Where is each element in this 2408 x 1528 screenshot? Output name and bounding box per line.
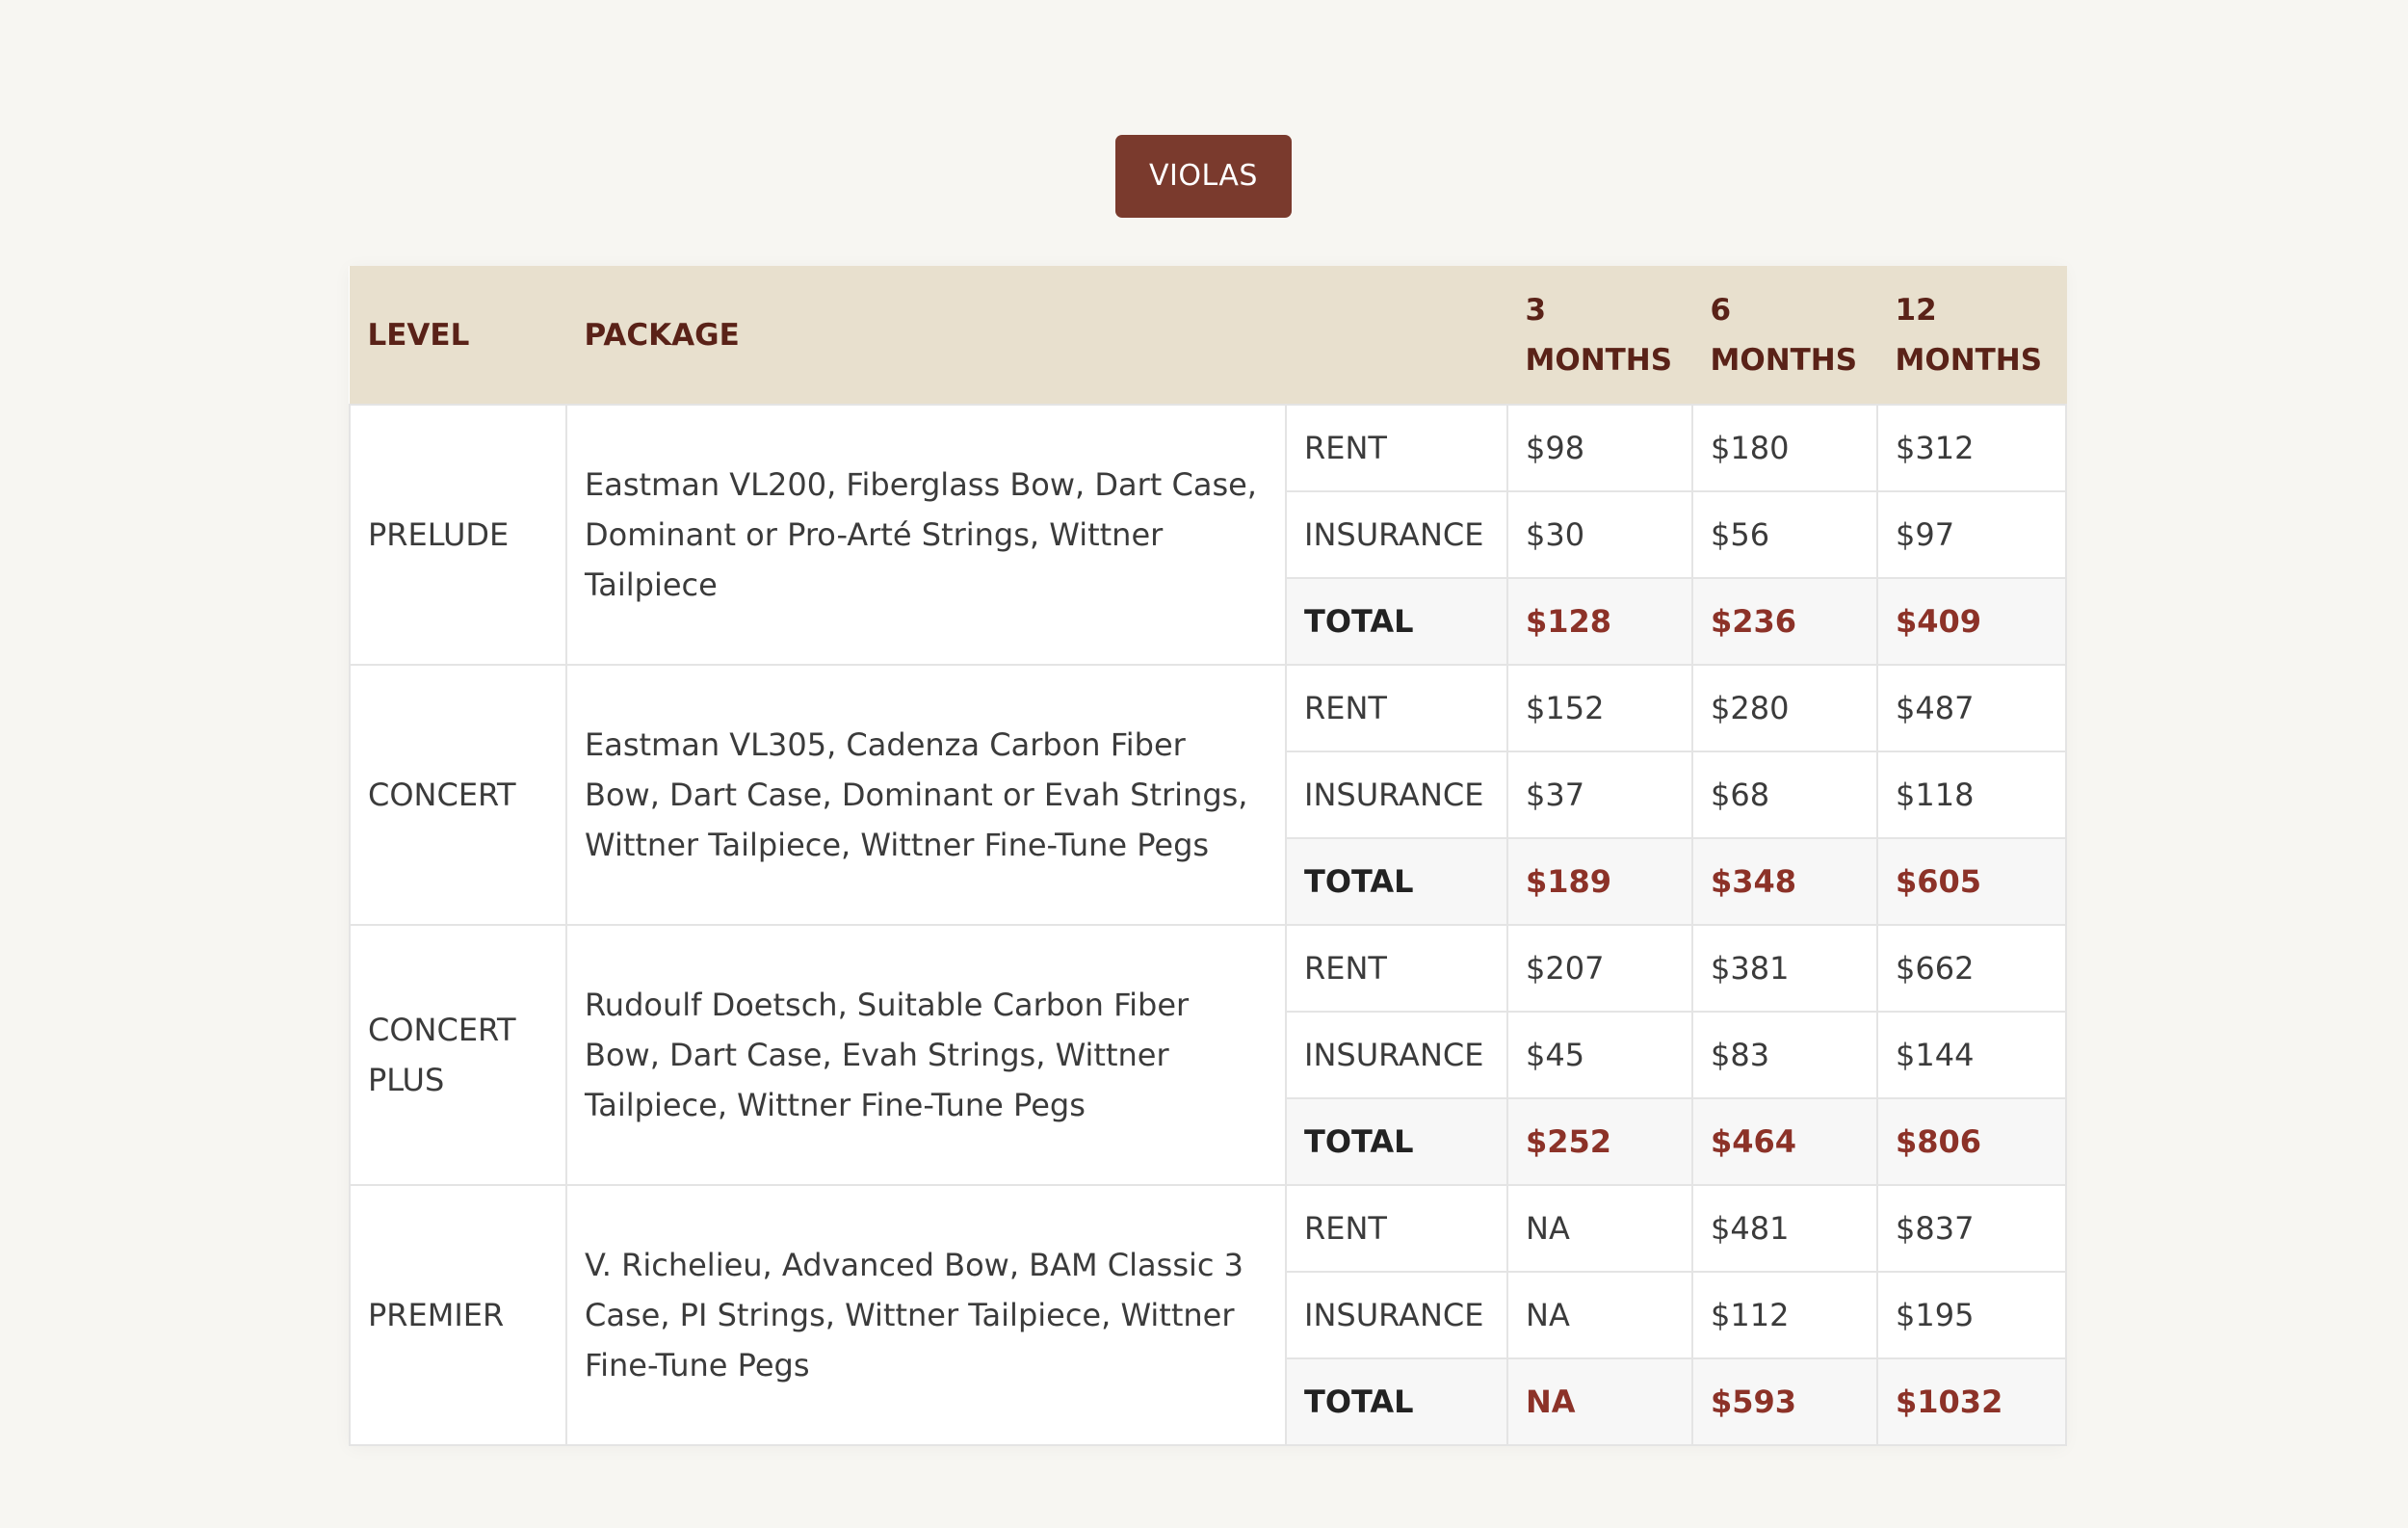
header-3-months: 3 MONTHS — [1506, 266, 1693, 405]
price-12-months: $312 — [1876, 403, 2067, 492]
price-3-months: $98 — [1506, 403, 1693, 492]
price-3-months: $45 — [1506, 1010, 1693, 1099]
row-type-cell: RENT — [1285, 1183, 1508, 1273]
row-type-cell: TOTAL — [1285, 836, 1508, 926]
total-12-months: $806 — [1876, 1096, 2067, 1186]
price-6-months: $83 — [1691, 1010, 1878, 1099]
price-6-months: $56 — [1691, 489, 1878, 579]
row-type-cell: TOTAL — [1285, 576, 1508, 666]
price-3-months: NA — [1506, 1183, 1693, 1273]
level-cell: PREMIER — [349, 1183, 567, 1446]
total-6-months: $348 — [1691, 836, 1878, 926]
price-6-months: $280 — [1691, 663, 1878, 752]
header-type — [1285, 266, 1508, 405]
package-cell: Rudoulf Doetsch, Suitable Carbon Fiber B… — [565, 923, 1287, 1186]
package-cell: V. Richelieu, Advanced Bow, BAM Classic … — [565, 1183, 1287, 1446]
table-row: CONCERT Eastman VL305, Cadenza Carbon Fi… — [349, 663, 2067, 926]
table-row: PREMIER V. Richelieu, Advanced Bow, BAM … — [349, 1183, 2067, 1446]
total-6-months: $593 — [1691, 1357, 1878, 1446]
total-12-months: $605 — [1876, 836, 2067, 926]
pricing-table-container: LEVEL PACKAGE 3 MONTHS 6 MONTHS 12 MONTHS P… — [349, 266, 2067, 1446]
price-12-months: $487 — [1876, 663, 2067, 752]
table-body: PRELUDE Eastman VL200, Fiberglass Bow, D… — [349, 403, 2067, 1446]
table-row: PRELUDE Eastman VL200, Fiberglass Bow, D… — [349, 403, 2067, 666]
pricing-table: LEVEL PACKAGE 3 MONTHS 6 MONTHS 12 MONTHS P… — [349, 266, 2067, 1446]
price-12-months: $118 — [1876, 750, 2067, 839]
row-type-cell: RENT — [1285, 923, 1508, 1013]
total-3-months: $252 — [1506, 1096, 1693, 1186]
total-3-months: $189 — [1506, 836, 1693, 926]
header-3-months-unit: MONTHS — [1525, 342, 1673, 378]
total-3-months: NA — [1506, 1357, 1693, 1446]
total-6-months: $464 — [1691, 1096, 1878, 1186]
header-6-months-unit: MONTHS — [1710, 342, 1858, 378]
violas-tab-button[interactable]: VIOLAS — [1115, 135, 1292, 218]
row-type-cell: TOTAL — [1285, 1096, 1508, 1186]
header-6-months-number: 6 — [1710, 292, 1732, 328]
price-12-months: $97 — [1876, 489, 2067, 579]
price-3-months: $30 — [1506, 489, 1693, 579]
row-type-cell: INSURANCE — [1285, 1270, 1508, 1359]
header-3-months-number: 3 — [1525, 292, 1547, 328]
row-type-cell: INSURANCE — [1285, 750, 1508, 839]
price-3-months: $152 — [1506, 663, 1693, 752]
row-type-cell: RENT — [1285, 663, 1508, 752]
price-12-months: $195 — [1876, 1270, 2067, 1359]
level-cell: CONCERT — [349, 663, 567, 926]
price-3-months: NA — [1506, 1270, 1693, 1359]
price-3-months: $37 — [1506, 750, 1693, 839]
row-type-cell: RENT — [1285, 403, 1508, 492]
price-12-months: $144 — [1876, 1010, 2067, 1099]
header-6-months: 6 MONTHS — [1691, 266, 1878, 405]
price-12-months: $837 — [1876, 1183, 2067, 1273]
price-6-months: $180 — [1691, 403, 1878, 492]
header-level: LEVEL — [349, 266, 567, 405]
price-3-months: $207 — [1506, 923, 1693, 1013]
header-12-months-unit: MONTHS — [1895, 342, 2043, 378]
price-6-months: $481 — [1691, 1183, 1878, 1273]
level-cell: CONCERT PLUS — [349, 923, 567, 1186]
header-package: PACKAGE — [565, 266, 1287, 405]
table-header: LEVEL PACKAGE 3 MONTHS 6 MONTHS 12 MONTHS — [349, 266, 2067, 405]
package-cell: Eastman VL305, Cadenza Carbon Fiber Bow,… — [565, 663, 1287, 926]
package-cell: Eastman VL200, Fiberglass Bow, Dart Case… — [565, 403, 1287, 666]
table-row: CONCERT PLUS Rudoulf Doetsch, Suitable C… — [349, 923, 2067, 1186]
price-6-months: $112 — [1691, 1270, 1878, 1359]
header-12-months-number: 12 — [1895, 292, 1937, 328]
price-6-months: $381 — [1691, 923, 1878, 1013]
header-row: LEVEL PACKAGE 3 MONTHS 6 MONTHS 12 MONTHS — [349, 266, 2067, 405]
total-6-months: $236 — [1691, 576, 1878, 666]
total-3-months: $128 — [1506, 576, 1693, 666]
total-12-months: $1032 — [1876, 1357, 2067, 1446]
price-6-months: $68 — [1691, 750, 1878, 839]
level-cell: PRELUDE — [349, 403, 567, 666]
header-12-months: 12 MONTHS — [1876, 266, 2067, 405]
row-type-cell: TOTAL — [1285, 1357, 1508, 1446]
row-type-cell: INSURANCE — [1285, 489, 1508, 579]
row-type-cell: INSURANCE — [1285, 1010, 1508, 1099]
total-12-months: $409 — [1876, 576, 2067, 666]
price-12-months: $662 — [1876, 923, 2067, 1013]
